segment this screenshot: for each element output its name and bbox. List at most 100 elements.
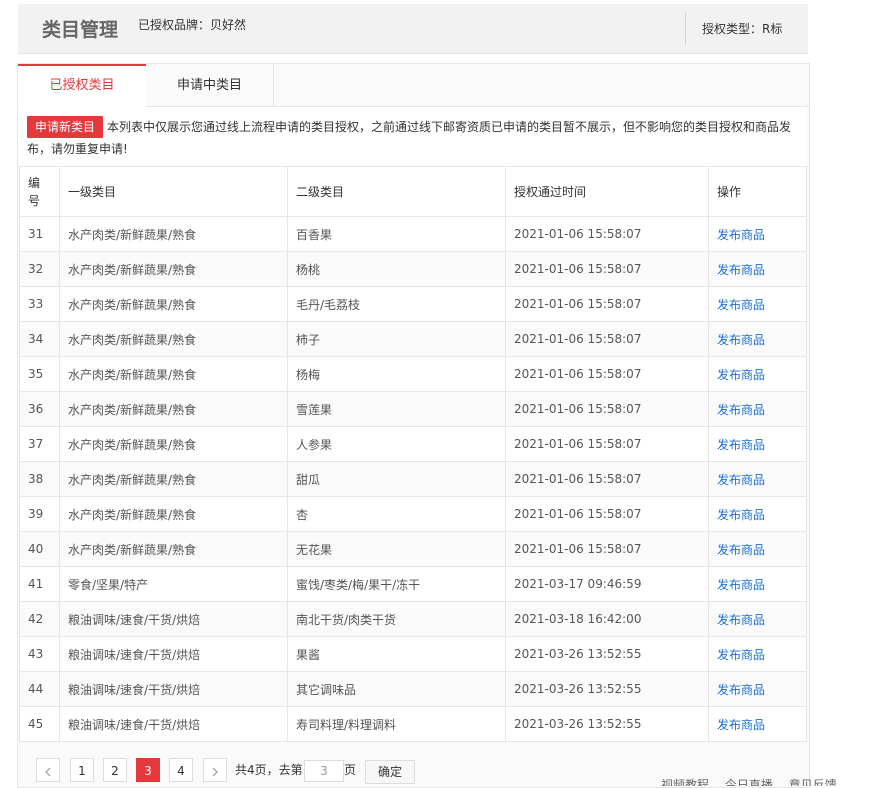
publish-product-link[interactable]: 发布商品 <box>717 508 765 522</box>
table-row: 36 水产肉类/新鲜蔬果/熟食 雪莲果 2021-01-06 15:58:07 发布商品 <box>19 391 807 427</box>
cell-action: 发布商品 <box>708 566 807 602</box>
publish-product-link[interactable]: 发布商品 <box>717 368 765 382</box>
cell-id: 35 <box>19 356 60 392</box>
table-row: 41 零食/坚果/特产 蜜饯/枣类/梅/果干/冻干 2021-03-17 09:46:… <box>19 566 807 602</box>
video-tutorial-link[interactable]: 视频教程 <box>661 778 709 786</box>
cell-id: 42 <box>19 601 60 637</box>
table-row: 37 水产肉类/新鲜蔬果/熟食 人参果 2021-01-06 15:58:07 发布商品 <box>19 426 807 462</box>
cell-level2-category: 人参果 <box>287 426 506 462</box>
cell-level1-category: 粮油调味/速食/干货/烘焙 <box>59 601 288 637</box>
cell-approved-time: 2021-01-06 15:58:07 <box>505 426 709 462</box>
publish-product-link[interactable]: 发布商品 <box>717 438 765 452</box>
publish-product-link[interactable]: 发布商品 <box>717 333 765 347</box>
cell-id: 36 <box>19 391 60 427</box>
cell-level2-category: 杨梅 <box>287 356 506 392</box>
cell-approved-time: 2021-01-06 15:58:07 <box>505 216 709 252</box>
page-title: 类目管理 <box>42 19 119 41</box>
table-row: 34 水产肉类/新鲜蔬果/熟食 柿子 2021-01-06 15:58:07 发布商品 <box>19 321 807 357</box>
cell-level2-category: 甜瓜 <box>287 461 506 497</box>
cell-approved-time: 2021-01-06 15:58:07 <box>505 531 709 567</box>
cell-approved-time: 2021-03-26 13:52:55 <box>505 706 709 742</box>
publish-product-link[interactable]: 发布商品 <box>717 683 765 697</box>
category-panel: 已授权类目 申请中类目 申请新类目 本列表中仅展示您通过线上流程申请的类目授权，之… <box>17 63 810 788</box>
cell-action: 发布商品 <box>708 216 807 252</box>
feedback-link[interactable]: 意见反馈 <box>789 778 837 786</box>
publish-product-link[interactable]: 发布商品 <box>717 228 765 242</box>
cell-action: 发布商品 <box>708 356 807 392</box>
chevron-left-icon <box>45 767 51 776</box>
cell-level2-category: 无花果 <box>287 531 506 567</box>
table-row: 33 水产肉类/新鲜蔬果/熟食 毛丹/毛荔枝 2021-01-06 15:58:07 发… <box>19 286 807 322</box>
publish-product-link[interactable]: 发布商品 <box>717 473 765 487</box>
cell-action: 发布商品 <box>708 496 807 532</box>
cell-action: 发布商品 <box>708 461 807 497</box>
table-row: 31 水产肉类/新鲜蔬果/熟食 百香果 2021-01-06 15:58:07 发布商品 <box>19 216 807 252</box>
cell-approved-time: 2021-03-26 13:52:55 <box>505 671 709 707</box>
authorization-type-text: 授权类型：R标 <box>702 22 783 36</box>
tab-pending-categories[interactable]: 申请中类目 <box>146 64 274 106</box>
cell-action: 发布商品 <box>708 601 807 637</box>
cell-level1-category: 水产肉类/新鲜蔬果/熟食 <box>59 496 288 532</box>
cell-level1-category: 粮油调味/速食/干货/烘焙 <box>59 636 288 672</box>
cell-level2-category: 其它调味品 <box>287 671 506 707</box>
cell-level2-category: 百香果 <box>287 216 506 252</box>
page-button-1[interactable]: 1 <box>70 758 94 782</box>
category-table: 编号 一级类目 二级类目 授权通过时间 操作 31 水产肉类/新鲜蔬果/熟食 百香果… <box>19 166 807 742</box>
live-today-link[interactable]: 今日直播 <box>725 778 773 786</box>
tab-authorized-categories[interactable]: 已授权类目 <box>18 64 146 107</box>
cell-id: 32 <box>19 251 60 287</box>
cell-action: 发布商品 <box>708 636 807 672</box>
table-row: 42 粮油调味/速食/干货/烘焙 南北干货/肉类干货 2021-03-18 16:42… <box>19 601 807 637</box>
publish-product-link[interactable]: 发布商品 <box>717 718 765 732</box>
column-header-level2-category: 二级类目 <box>287 166 506 217</box>
cell-id: 31 <box>19 216 60 252</box>
publish-product-link[interactable]: 发布商品 <box>717 298 765 312</box>
cell-action: 发布商品 <box>708 286 807 322</box>
cell-id: 38 <box>19 461 60 497</box>
notice-bar: 申请新类目 本列表中仅展示您通过线上流程申请的类目授权，之前通过线下邮寄资质已申请… <box>19 107 806 166</box>
table-header-row: 编号 一级类目 二级类目 授权通过时间 操作 <box>19 166 807 217</box>
cell-level1-category: 粮油调味/速食/干货/烘焙 <box>59 706 288 742</box>
cell-level1-category: 水产肉类/新鲜蔬果/熟食 <box>59 426 288 462</box>
cell-level1-category: 水产肉类/新鲜蔬果/熟食 <box>59 286 288 322</box>
table-row: 43 粮油调味/速食/干货/烘焙 果酱 2021-03-26 13:52:55 发布商品 <box>19 636 807 672</box>
next-page-button[interactable] <box>203 758 227 782</box>
apply-new-category-button[interactable]: 申请新类目 <box>27 116 104 138</box>
publish-product-link[interactable]: 发布商品 <box>717 578 765 592</box>
cell-approved-time: 2021-01-06 15:58:07 <box>505 321 709 357</box>
goto-page-confirm-button[interactable]: 确定 <box>365 760 415 784</box>
page-button-2[interactable]: 2 <box>103 758 127 782</box>
column-header-id: 编号 <box>19 166 60 217</box>
column-header-approved-time: 授权通过时间 <box>505 166 709 217</box>
table-row: 35 水产肉类/新鲜蔬果/熟食 杨梅 2021-01-06 15:58:07 发布商品 <box>19 356 807 392</box>
publish-product-link[interactable]: 发布商品 <box>717 403 765 417</box>
page-suffix-text: 页 <box>344 763 357 777</box>
cell-approved-time: 2021-03-17 09:46:59 <box>505 566 709 602</box>
publish-product-link[interactable]: 发布商品 <box>717 543 765 557</box>
goto-page-input[interactable]: 3 <box>304 760 344 782</box>
cell-approved-time: 2021-01-06 15:58:07 <box>505 496 709 532</box>
cell-id: 41 <box>19 566 60 602</box>
column-header-level1-category: 一级类目 <box>59 166 288 217</box>
page-header: 类目管理 已授权品牌：贝好然 授权类型：R标 <box>18 4 808 54</box>
page-button-4[interactable]: 4 <box>169 758 193 782</box>
cell-action: 发布商品 <box>708 531 807 567</box>
cell-level1-category: 零食/坚果/特产 <box>59 566 288 602</box>
table-row: 44 粮油调味/速食/干货/烘焙 其它调味品 2021-03-26 13:52:55 发… <box>19 671 807 707</box>
cell-id: 45 <box>19 706 60 742</box>
publish-product-link[interactable]: 发布商品 <box>717 648 765 662</box>
cell-action: 发布商品 <box>708 426 807 462</box>
authorized-brand-text: 已授权品牌：贝好然 <box>138 18 247 32</box>
cell-id: 34 <box>19 321 60 357</box>
cell-level1-category: 水产肉类/新鲜蔬果/熟食 <box>59 531 288 567</box>
publish-product-link[interactable]: 发布商品 <box>717 263 765 277</box>
prev-page-button[interactable] <box>36 758 60 782</box>
cell-approved-time: 2021-01-06 15:58:07 <box>505 461 709 497</box>
publish-product-link[interactable]: 发布商品 <box>717 613 765 627</box>
cell-approved-time: 2021-01-06 15:58:07 <box>505 251 709 287</box>
cell-action: 发布商品 <box>708 321 807 357</box>
cell-id: 43 <box>19 636 60 672</box>
page-button-3-current[interactable]: 3 <box>136 758 160 782</box>
cell-level2-category: 果酱 <box>287 636 506 672</box>
cell-level2-category: 毛丹/毛荔枝 <box>287 286 506 322</box>
